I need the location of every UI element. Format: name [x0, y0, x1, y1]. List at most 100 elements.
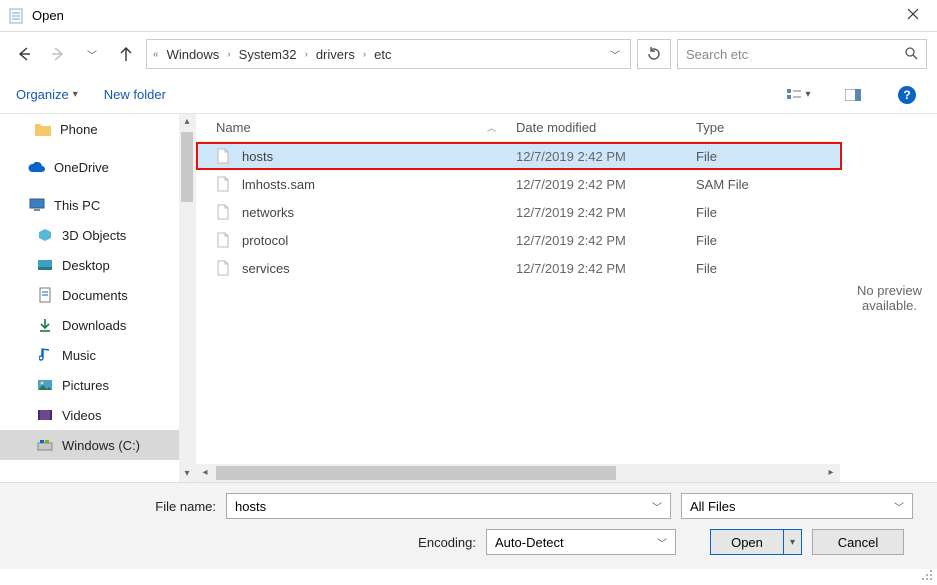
search-icon	[904, 46, 918, 63]
organize-menu[interactable]: Organize ▾	[16, 87, 78, 102]
drive-icon	[36, 436, 54, 454]
file-row[interactable]: hosts 12/7/2019 2:42 PMFile	[196, 142, 842, 170]
breadcrumb-drivers[interactable]: drivers	[316, 47, 355, 62]
file-rows: hosts12/7/2019 2:42 PMFilelmhosts.sam12/…	[196, 142, 842, 464]
file-icon	[216, 176, 232, 192]
file-row[interactable]: lmhosts.sam 12/7/2019 2:42 PMSAM File	[196, 170, 842, 198]
h-scroll-thumb[interactable]	[216, 466, 616, 480]
horizontal-scrollbar[interactable]: ◂ ▸	[196, 464, 840, 482]
sort-indicator-icon: ︿	[487, 121, 496, 134]
column-type[interactable]: Type	[696, 120, 842, 135]
chevron-right-icon: ›	[304, 49, 307, 60]
scroll-thumb[interactable]	[181, 132, 193, 202]
chevron-down-icon: ▾	[73, 89, 78, 100]
open-split-dropdown[interactable]: ▾	[783, 530, 801, 554]
chevron-right-icon: ›	[363, 49, 366, 60]
file-type: File	[696, 233, 842, 248]
file-icon	[216, 204, 232, 220]
search-input[interactable]: Search etc	[677, 39, 927, 69]
desktop-icon	[36, 256, 54, 274]
file-row[interactable]: protocol12/7/2019 2:42 PMFile	[196, 226, 842, 254]
tree-item-3d-objects[interactable]: 3D Objects	[0, 220, 195, 250]
tree-item-windows-c[interactable]: Windows (C:)	[0, 430, 195, 460]
filename-input[interactable]: hosts ﹀	[226, 493, 671, 519]
pictures-icon	[36, 376, 54, 394]
resize-grip-icon[interactable]	[921, 569, 935, 583]
close-button[interactable]	[897, 8, 929, 23]
chevron-down-icon[interactable]: ﹀	[894, 499, 904, 514]
column-name[interactable]: Name ︿	[196, 120, 516, 135]
file-icon	[216, 148, 232, 164]
tree-item-downloads[interactable]: Downloads	[0, 310, 195, 340]
scroll-up-arrow[interactable]: ▴	[179, 114, 195, 130]
file-list-pane: Name ︿ Date modified Type hosts 12/7/2019…	[195, 114, 842, 482]
preview-pane: No preview available.	[842, 114, 937, 482]
file-date: 12/7/2019 2:42 PM	[516, 177, 696, 192]
preview-pane-toggle[interactable]	[839, 81, 867, 109]
open-button[interactable]: Open ▾	[710, 529, 802, 555]
file-filter-select[interactable]: All Files ﹀	[681, 493, 913, 519]
file-type: File	[696, 205, 842, 220]
address-dropdown[interactable]: ﹀	[606, 47, 624, 62]
help-icon: ?	[898, 86, 916, 104]
forward-button[interactable]	[44, 40, 72, 68]
toolbar: Organize ▾ New folder ▾ ?	[0, 76, 937, 114]
refresh-button[interactable]	[637, 39, 671, 69]
notepad-icon	[8, 8, 24, 24]
file-name: networks	[242, 205, 294, 220]
downloads-icon	[36, 316, 54, 334]
file-icon	[216, 260, 232, 276]
navigation-tree: Phone OneDrive This PC 3D Objects Deskto…	[0, 114, 195, 482]
tree-item-this-pc[interactable]: This PC	[0, 190, 195, 220]
file-type: File	[696, 149, 842, 164]
breadcrumb-etc[interactable]: etc	[374, 47, 391, 62]
encoding-select[interactable]: Auto-Detect ﹀	[486, 529, 676, 555]
chevron-down-icon[interactable]: ﹀	[657, 535, 667, 550]
tree-item-desktop[interactable]: Desktop	[0, 250, 195, 280]
this-pc-icon	[28, 196, 46, 214]
tree-item-videos[interactable]: Videos	[0, 400, 195, 430]
tree-item-documents[interactable]: Documents	[0, 280, 195, 310]
new-folder-button[interactable]: New folder	[104, 87, 166, 102]
sidebar-scrollbar[interactable]: ▴ ▾	[179, 114, 195, 482]
tree-item-onedrive[interactable]: OneDrive	[0, 152, 195, 182]
file-date: 12/7/2019 2:42 PM	[516, 149, 696, 164]
file-row[interactable]: networks 12/7/2019 2:42 PMFile	[196, 198, 842, 226]
file-type: File	[696, 261, 842, 276]
breadcrumb-root-chevron[interactable]: «	[153, 49, 159, 60]
breadcrumb-windows[interactable]: Windows	[167, 47, 220, 62]
help-button[interactable]: ?	[893, 81, 921, 109]
filename-label: File name:	[16, 499, 216, 514]
file-name: lmhosts.sam	[242, 177, 315, 192]
chevron-down-icon[interactable]: ﹀	[652, 499, 662, 514]
back-button[interactable]	[10, 40, 38, 68]
breadcrumb-system32[interactable]: System32	[239, 47, 297, 62]
file-row[interactable]: services 12/7/2019 2:42 PMFile	[196, 254, 842, 282]
column-date[interactable]: Date modified	[516, 120, 696, 135]
bottom-panel: File name: hosts ﹀ All Files ﹀ Encoding:…	[0, 482, 937, 569]
scroll-down-arrow[interactable]: ▾	[179, 466, 195, 482]
3d-objects-icon	[36, 226, 54, 244]
file-date: 12/7/2019 2:42 PM	[516, 261, 696, 276]
up-button[interactable]	[112, 40, 140, 68]
tree-item-music[interactable]: Music	[0, 340, 195, 370]
file-name: services	[242, 261, 290, 276]
cancel-button[interactable]: Cancel	[812, 529, 904, 555]
chevron-down-icon: ▾	[805, 89, 810, 100]
file-icon	[216, 232, 232, 248]
column-headers: Name ︿ Date modified Type	[196, 114, 842, 142]
onedrive-icon	[28, 158, 46, 176]
view-mode-button[interactable]: ▾	[785, 81, 813, 109]
tree-item-phone[interactable]: Phone	[0, 114, 195, 144]
tree-item-pictures[interactable]: Pictures	[0, 370, 195, 400]
scroll-right-arrow[interactable]: ▸	[822, 464, 840, 482]
scroll-left-arrow[interactable]: ◂	[196, 464, 214, 482]
recent-dropdown[interactable]: ﹀	[78, 40, 106, 68]
documents-icon	[36, 286, 54, 304]
folder-icon	[34, 120, 52, 138]
file-type: SAM File	[696, 177, 842, 192]
address-bar[interactable]: « Windows › System32 › drivers › etc ﹀	[146, 39, 631, 69]
window-title: Open	[32, 8, 64, 23]
file-name: hosts	[242, 149, 273, 164]
file-date: 12/7/2019 2:42 PM	[516, 205, 696, 220]
